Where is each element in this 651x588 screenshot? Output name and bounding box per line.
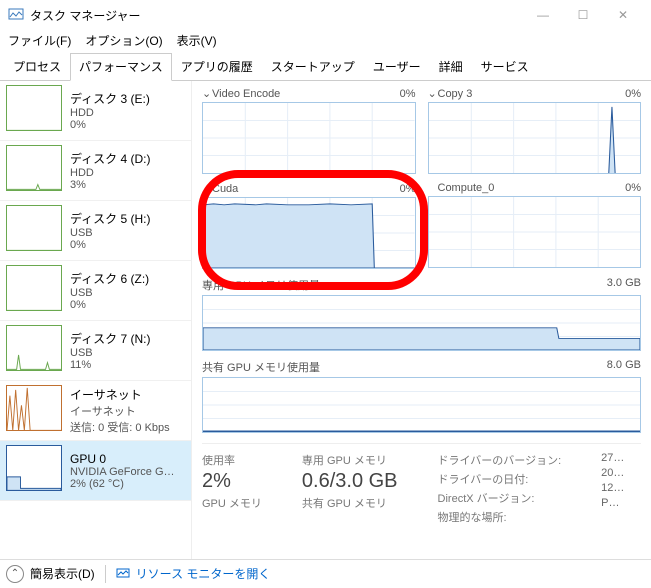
window-title: タスク マネージャー [30,7,523,24]
driver-version-label: ドライバーのバージョン: [438,455,562,467]
thumb-icon [6,325,62,371]
tab-details[interactable]: 詳細 [430,53,472,80]
directx-value: 12… [601,482,624,494]
sidebar-item-val: 3% [70,179,185,191]
sidebar-item-sub: USB [70,227,185,239]
sidebar-item-disk5[interactable]: ディスク 5 (H:) USB 0% [0,201,191,261]
tab-performance[interactable]: パフォーマンス [70,53,172,81]
driver-date-label: ドライバーの日付: [438,474,529,486]
thumb-icon [6,445,62,491]
sidebar-item-val: 0% [70,119,185,131]
sidebar-item-title: ディスク 7 (N:) [70,330,185,347]
menubar: ファイル(F) オプション(O) 表示(V) [0,30,651,51]
sidebar-item-disk6[interactable]: ディスク 6 (Z:) USB 0% [0,261,191,321]
resource-monitor-icon [116,567,130,581]
sidebar-item-sub: USB [70,287,185,299]
sidebar-item-disk7[interactable]: ディスク 7 (N:) USB 11% [0,321,191,381]
thumb-icon [6,385,62,431]
dedicated-value: 0.6/3.0 GB [302,470,398,493]
directx-label: DirectX バージョン: [438,493,535,505]
mem-max: 3.0 GB [607,277,641,293]
chart-pct: 0% [625,88,641,100]
tabs: プロセス パフォーマンス アプリの履歴 スタートアップ ユーザー 詳細 サービス [0,53,651,81]
sidebar-item-val: 0% [70,239,185,251]
resource-monitor-link[interactable]: リソース モニターを開く [136,565,271,582]
tab-users[interactable]: ユーザー [364,53,430,80]
tab-startup[interactable]: スタートアップ [262,53,364,80]
thumb-icon [6,205,62,251]
close-button[interactable]: ✕ [603,0,643,30]
sidebar-item-sub: NVIDIA GeForce G… [70,466,185,478]
app-icon [8,7,24,23]
chart-pct: 0% [625,182,641,194]
sidebar-item-sub: USB [70,347,185,359]
sidebar-item-title: イーサネット [70,386,185,403]
location-value: P… [601,497,624,509]
statusbar: ⌃ 簡易表示(D) リソース モニターを開く [0,559,651,587]
chart-title: Cuda [212,183,400,195]
sidebar-item-val: 11% [70,359,185,371]
main-panel: ⌄ Video Encode 0% ⌄ Copy 3 0% ⌄ C [192,81,651,559]
minimize-button[interactable]: — [523,0,563,30]
usage-label: 使用率 [202,452,262,468]
shared-label: 共有 GPU メモリ [302,495,398,511]
thumb-icon [6,85,62,131]
sidebar-item-title: ディスク 3 (E:) [70,90,185,107]
sidebar-item-val: 2% (62 °C) [70,478,185,490]
gpu-stats: 使用率 2% GPU メモリ 専用 GPU メモリ 0.6/3.0 GB 共有 … [202,443,641,525]
chart-pct: 0% [400,183,416,195]
collapse-icon[interactable]: ⌃ [6,565,24,583]
chart-title: Compute_0 [438,182,626,194]
tab-app-history[interactable]: アプリの履歴 [172,53,262,80]
chevron-down-icon[interactable]: ⌄ [428,87,438,100]
titlebar: タスク マネージャー — ☐ ✕ [0,0,651,30]
sidebar-item-val: 0% [70,299,185,311]
chart-dedicated-gpu-mem[interactable]: 専用 GPU メモリ使用量3.0 GB [202,277,641,351]
mem-max: 8.0 GB [607,359,641,375]
mem-label: 専用 GPU メモリ使用量 [202,277,607,293]
chart-title: Video Encode [212,88,400,100]
chart-cuda[interactable]: ⌄ Cuda 0% [202,182,416,269]
usage-value: 2% [202,470,262,493]
chart-title: Copy 3 [438,88,626,100]
sidebar-item-sub: HDD [70,167,185,179]
chart-pct: 0% [400,88,416,100]
simple-view-button[interactable]: 簡易表示(D) [30,565,95,582]
dedicated-label: 専用 GPU メモリ [302,452,398,468]
sidebar-item-ethernet[interactable]: イーサネット イーサネット 送信: 0 受信: 0 Kbps [0,381,191,441]
chart-copy3[interactable]: ⌄ Copy 3 0% [428,87,642,174]
menu-view[interactable]: 表示(V) [177,32,217,49]
sidebar-item-val: 送信: 0 受信: 0 Kbps [70,419,185,435]
sidebar-item-gpu0[interactable]: GPU 0 NVIDIA GeForce G… 2% (62 °C) [0,441,191,501]
sidebar-item-sub: HDD [70,107,185,119]
sidebar-item-disk4[interactable]: ディスク 4 (D:) HDD 3% [0,141,191,201]
gpu-mem-label: GPU メモリ [202,495,262,511]
sidebar-item-disk3[interactable]: ディスク 3 (E:) HDD 0% [0,81,191,141]
maximize-button[interactable]: ☐ [563,0,603,30]
chevron-down-icon[interactable]: ⌄ [202,182,212,195]
sidebar-item-title: ディスク 5 (H:) [70,210,185,227]
mem-label: 共有 GPU メモリ使用量 [202,359,607,375]
sidebar-item-title: GPU 0 [70,452,185,466]
chevron-down-icon[interactable]: ⌄ [202,87,212,100]
menu-file[interactable]: ファイル(F) [8,32,71,49]
menu-option[interactable]: オプション(O) [85,32,162,49]
tab-processes[interactable]: プロセス [4,53,70,80]
chart-video-encode[interactable]: ⌄ Video Encode 0% [202,87,416,174]
driver-version-value: 27… [601,452,624,464]
location-label: 物理的な場所: [438,512,507,524]
chart-compute0[interactable]: Compute_0 0% [428,182,642,269]
sidebar: ディスク 3 (E:) HDD 0% ディスク 4 (D:) HDD 3% ディ… [0,81,192,559]
thumb-icon [6,145,62,191]
sidebar-item-sub: イーサネット [70,403,185,419]
driver-date-value: 20… [601,467,624,479]
sidebar-item-title: ディスク 6 (Z:) [70,270,185,287]
sidebar-item-title: ディスク 4 (D:) [70,150,185,167]
tab-services[interactable]: サービス [472,53,538,80]
chart-shared-gpu-mem[interactable]: 共有 GPU メモリ使用量8.0 GB [202,359,641,433]
thumb-icon [6,265,62,311]
